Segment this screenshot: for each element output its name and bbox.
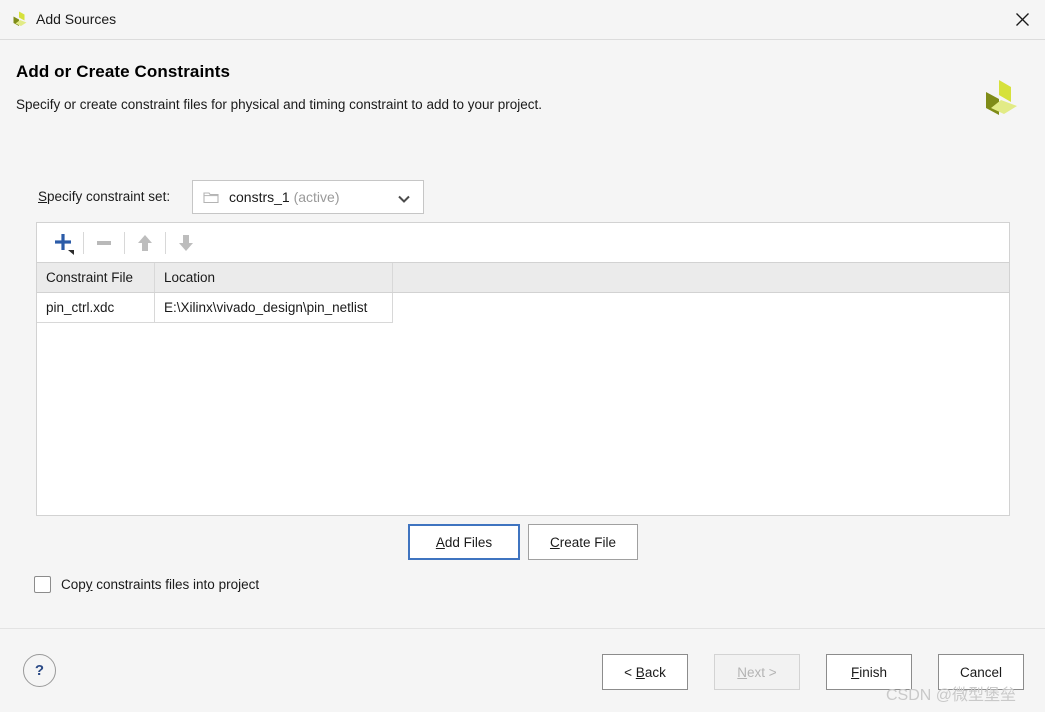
create-file-button[interactable]: Create File — [528, 524, 638, 560]
back-rest: ack — [644, 664, 666, 680]
add-files-rest: dd Files — [444, 534, 493, 550]
create-file-label: Create File — [550, 535, 616, 550]
constraint-set-dropdown[interactable]: constrs_1 (active) — [192, 180, 424, 214]
files-table-header: Constraint File Location — [37, 263, 1009, 293]
column-header-constraint-file[interactable]: Constraint File — [37, 263, 155, 292]
next-rest: ext > — [747, 664, 777, 680]
constraint-files-panel: Constraint File Location pin_ctrl.xdc E:… — [36, 222, 1010, 516]
back-label: < Back — [624, 665, 666, 680]
back-label-before: < — [624, 664, 636, 680]
cell-constraint-file: pin_ctrl.xdc — [37, 293, 155, 323]
finish-mnemonic: F — [850, 664, 860, 680]
finish-label: Finish — [851, 665, 887, 680]
vivado-logo-icon — [10, 10, 30, 30]
window-title-bar: Add Sources — [0, 0, 1045, 40]
folder-icon — [203, 190, 219, 204]
create-file-mnemonic: C — [549, 534, 560, 550]
footer-divider — [0, 628, 1045, 629]
constraint-set-state: (active) — [293, 189, 340, 205]
cell-location: E:\Xilinx\vivado_design\pin_netlist — [155, 293, 393, 323]
window-title: Add Sources — [36, 11, 117, 27]
constraint-set-value: constrs_1 (active) — [229, 189, 340, 205]
constraint-set-label-rest: pecify constraint set: — [47, 189, 171, 204]
vivado-logo-icon — [979, 78, 1023, 122]
copy-constraints-row[interactable]: Copy constraints files into project — [34, 576, 259, 593]
add-sources-button[interactable] — [43, 224, 83, 262]
next-label: Next > — [737, 665, 776, 680]
table-row[interactable]: pin_ctrl.xdc E:\Xilinx\vivado_design\pin… — [37, 293, 1009, 323]
add-files-button[interactable]: Add Files — [408, 524, 520, 560]
copy-constraints-label: Copy constraints files into project — [61, 577, 259, 592]
move-up-button[interactable] — [125, 224, 165, 262]
copy-label-mnemonic: y — [85, 577, 93, 592]
files-table-body: pin_ctrl.xdc E:\Xilinx\vivado_design\pin… — [37, 293, 1009, 515]
move-down-button[interactable] — [166, 224, 206, 262]
files-toolbar — [37, 223, 1009, 263]
page-subtitle: Specify or create constraint files for p… — [16, 97, 543, 112]
next-button: Next > — [714, 654, 800, 690]
add-files-label: Add Files — [436, 535, 492, 550]
finish-rest: inish — [859, 664, 887, 680]
remove-sources-button[interactable] — [84, 224, 124, 262]
page-title: Add or Create Constraints — [16, 62, 231, 81]
add-files-mnemonic: A — [435, 534, 445, 550]
chevron-down-icon[interactable] — [397, 192, 411, 203]
constraint-set-label-mnemonic: S — [38, 189, 48, 204]
copy-label-after: constraints files into project — [92, 577, 260, 592]
constraint-set-label: Specify constraint set: — [38, 189, 170, 204]
close-icon[interactable] — [999, 0, 1045, 39]
help-button[interactable]: ? — [23, 654, 56, 687]
next-mnemonic: N — [737, 664, 748, 680]
back-mnemonic: B — [635, 664, 645, 680]
constraint-set-value-text: constrs_1 — [229, 189, 290, 205]
column-header-filler — [393, 263, 1009, 292]
copy-constraints-checkbox[interactable] — [34, 576, 51, 593]
copy-label-before: Cop — [61, 577, 86, 592]
finish-button[interactable]: Finish — [826, 654, 912, 690]
back-button[interactable]: < Back — [602, 654, 688, 690]
column-header-location[interactable]: Location — [155, 263, 393, 292]
cancel-button[interactable]: Cancel — [938, 654, 1024, 690]
create-file-rest: reate File — [559, 534, 617, 550]
